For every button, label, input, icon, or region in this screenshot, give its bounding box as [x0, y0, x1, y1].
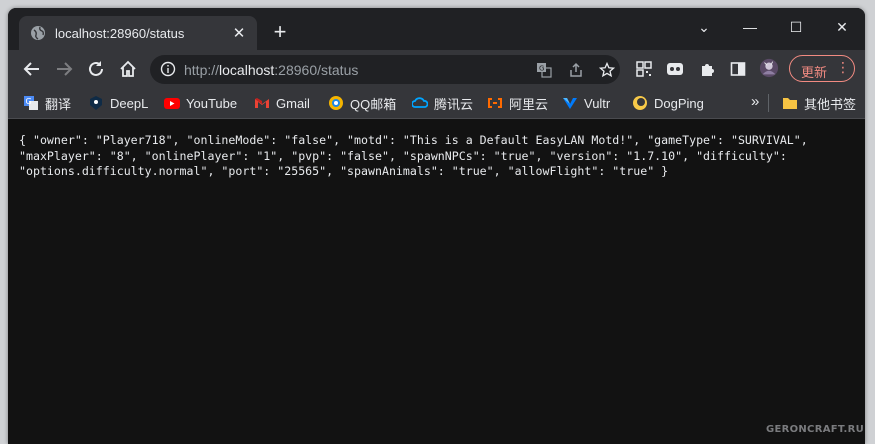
reload-icon: [89, 61, 103, 76]
vultr-icon: [562, 95, 578, 111]
url-scheme: http://: [184, 62, 220, 78]
qq-mail-icon: [328, 95, 344, 111]
bookmark-gmail[interactable]: Gmail: [254, 94, 310, 112]
bookmark-label: 阿里云: [509, 96, 549, 112]
page-content: { "owner": "Player718", "onlineMode": "f…: [8, 119, 865, 444]
svg-text:G: G: [539, 65, 544, 73]
reload-button[interactable]: [82, 55, 110, 83]
bookmark-label: DogPing: [654, 95, 704, 111]
game-controller-extension-icon[interactable]: [665, 59, 685, 79]
bookmark-translate[interactable]: G 翻译: [23, 94, 71, 112]
bookmark-qqmail[interactable]: QQ邮箱: [328, 94, 396, 112]
tab-active[interactable]: localhost:28960/status ✕: [19, 16, 257, 50]
minimize-button[interactable]: —: [727, 12, 773, 42]
bookmark-dogping[interactable]: DogPing: [632, 94, 704, 112]
profile-avatar[interactable]: [759, 58, 779, 78]
new-tab-button[interactable]: +: [270, 21, 290, 45]
maximize-button[interactable]: ☐: [773, 12, 819, 42]
browser-window: localhost:28960/status ✕ + ⌄ — ☐ ✕ http:…: [8, 8, 865, 444]
site-info-icon[interactable]: [160, 61, 176, 82]
gmail-icon: [254, 95, 270, 111]
home-icon: [120, 60, 136, 77]
url-text: http://localhost:28960/status: [184, 62, 358, 78]
translate-bookmark-icon: G: [23, 95, 39, 111]
back-arrow-icon: [23, 62, 39, 76]
bookmark-label: Vultr: [584, 95, 611, 111]
tab-strip: localhost:28960/status ✕ + ⌄ — ☐ ✕: [8, 8, 865, 50]
toolbar: http://localhost:28960/status G 更新 ⋮: [8, 50, 865, 88]
bookmark-deepl[interactable]: DeepL: [88, 94, 148, 112]
bookmarks-overflow-button[interactable]: »: [751, 92, 759, 110]
other-bookmarks[interactable]: 其他书签: [782, 94, 856, 112]
dogping-icon: [632, 95, 648, 111]
url-host: localhost: [219, 62, 275, 78]
tab-title: localhost:28960/status: [55, 25, 185, 41]
bookmark-star-icon[interactable]: [597, 60, 617, 80]
bookmark-label: Gmail: [276, 95, 310, 111]
bookmarks-bar: G 翻译 DeepL YouTube Gmail QQ邮箱 腾讯云 阿里云 Vu…: [8, 88, 865, 119]
folder-icon: [782, 95, 798, 111]
bookmark-label: QQ邮箱: [350, 96, 397, 112]
url-path: :28960/status: [274, 62, 359, 78]
extensions-puzzle-icon[interactable]: [697, 59, 717, 79]
bookmark-label: 腾讯云: [434, 96, 474, 112]
close-window-button[interactable]: ✕: [819, 12, 865, 42]
home-button[interactable]: [114, 55, 142, 83]
json-response-text: { "owner": "Player718", "onlineMode": "f…: [19, 133, 815, 179]
translate-icon[interactable]: G: [534, 60, 554, 80]
share-icon[interactable]: [566, 60, 586, 80]
tab-search-icon[interactable]: ⌄: [681, 12, 727, 42]
youtube-icon: [164, 95, 180, 111]
bookmark-vultr[interactable]: Vultr: [562, 94, 610, 112]
bookmark-label: DeepL: [110, 95, 149, 111]
bookmark-label: YouTube: [186, 95, 238, 111]
aliyun-icon: [487, 95, 503, 111]
deepl-icon: [88, 95, 104, 111]
more-menu-icon[interactable]: ⋮: [836, 59, 850, 76]
bookmarks-divider: [768, 94, 769, 112]
back-button[interactable]: [18, 55, 46, 83]
watermark: GERONCRAFT.RU: [765, 424, 864, 435]
update-label: 更新: [801, 65, 828, 80]
bookmark-label: 翻译: [45, 96, 72, 112]
tab-close-icon[interactable]: ✕: [229, 24, 249, 42]
svg-text:G: G: [26, 97, 32, 106]
address-bar[interactable]: http://localhost:28960/status G: [150, 55, 620, 84]
tencent-cloud-icon: [412, 95, 428, 111]
globe-icon: [30, 25, 46, 41]
update-button[interactable]: 更新 ⋮: [789, 55, 855, 82]
forward-button[interactable]: [50, 55, 78, 83]
forward-arrow-icon: [57, 62, 73, 76]
bookmark-tencent-cloud[interactable]: 腾讯云: [412, 94, 473, 112]
other-bookmarks-label: 其他书签: [804, 96, 857, 112]
bookmark-aliyun[interactable]: 阿里云: [487, 94, 548, 112]
qr-code-extension-icon[interactable]: [634, 59, 654, 79]
side-panel-icon[interactable]: [728, 59, 748, 79]
bookmark-youtube[interactable]: YouTube: [164, 94, 237, 112]
